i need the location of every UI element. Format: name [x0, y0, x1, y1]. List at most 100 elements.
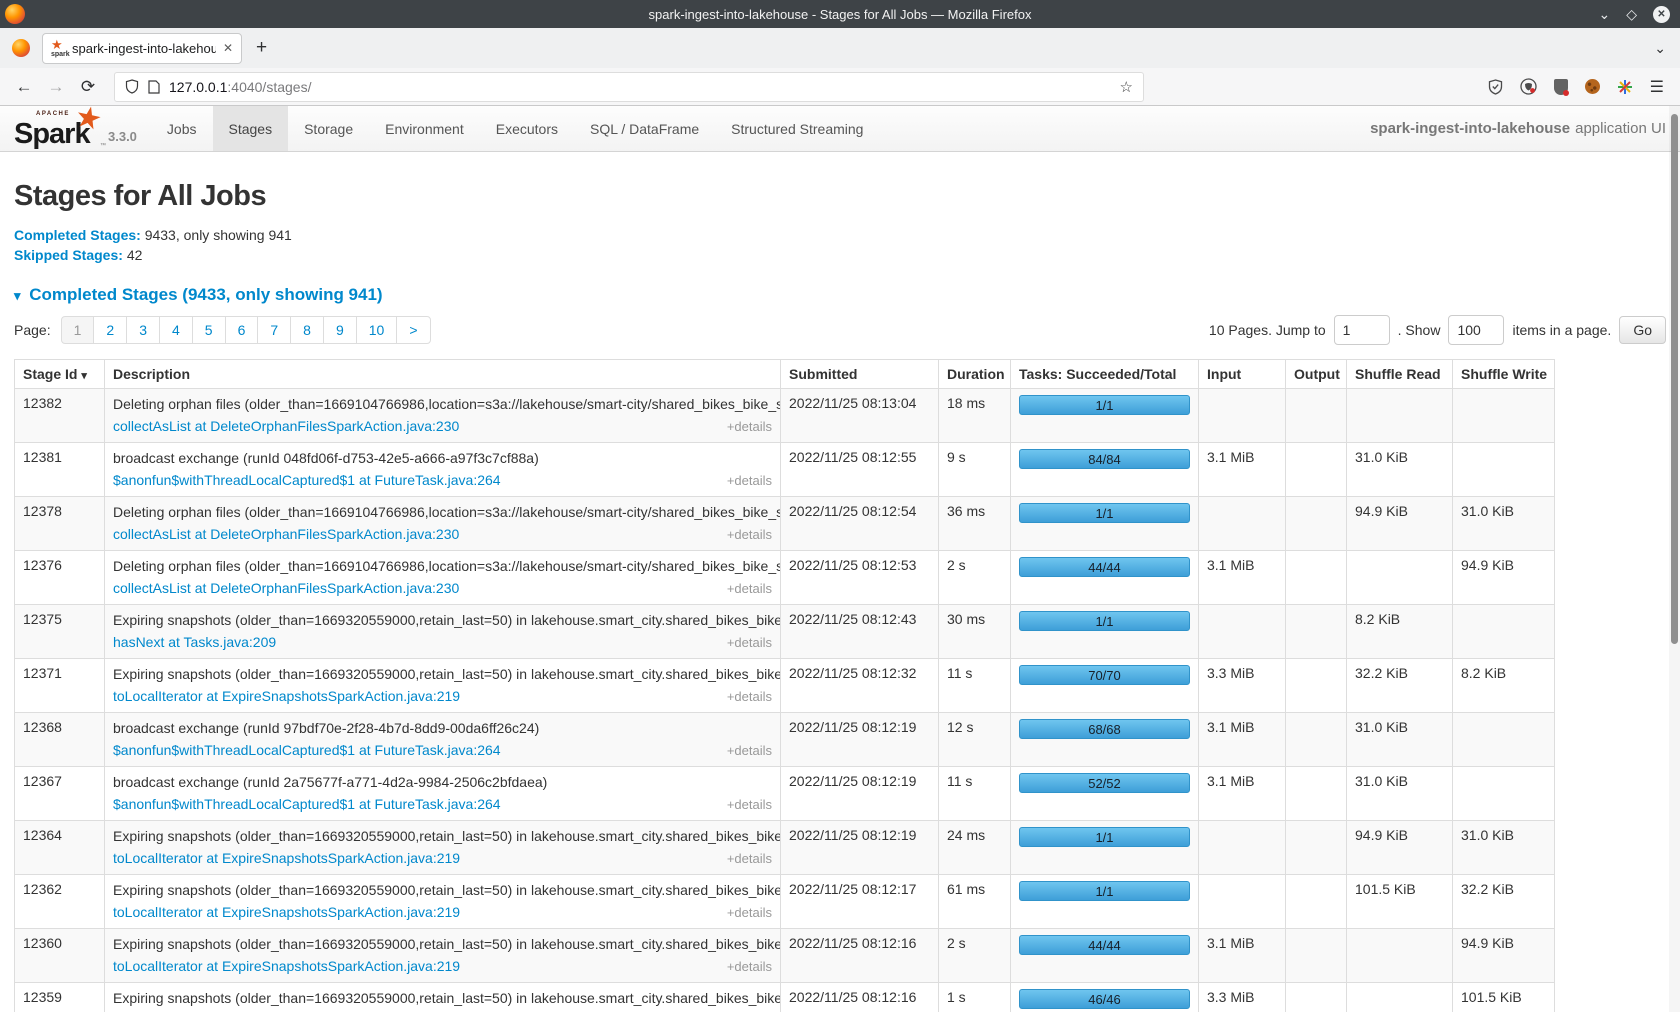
- nav-tab-environment[interactable]: Environment: [369, 106, 480, 151]
- items-per-page-input[interactable]: [1448, 315, 1504, 345]
- stage-detail-link[interactable]: toLocalIterator at ExpireSnapshotsSparkA…: [113, 849, 460, 868]
- sort-desc-icon: ▾: [81, 370, 87, 382]
- extension-asterisk-icon[interactable]: [1617, 79, 1633, 95]
- page-button-5[interactable]: 5: [192, 316, 226, 344]
- column-header-description[interactable]: Description: [105, 360, 781, 389]
- page-button-4[interactable]: 4: [159, 316, 193, 344]
- nav-tab-sql-dataframe[interactable]: SQL / DataFrame: [574, 106, 715, 151]
- reload-button[interactable]: ⟳: [74, 77, 102, 97]
- stage-id-cell: 12368: [15, 713, 105, 767]
- duration-cell: 11 s: [939, 659, 1011, 713]
- details-toggle[interactable]: +details: [727, 849, 772, 868]
- stage-detail-link[interactable]: collectAsList at DeleteOrphanFilesSparkA…: [113, 525, 459, 544]
- new-tab-button[interactable]: +: [256, 37, 267, 59]
- page-button-2[interactable]: 2: [93, 316, 127, 344]
- window-minimize-button[interactable]: ⌄: [1598, 7, 1610, 21]
- stage-description: Expiring snapshots (older_than=166932055…: [113, 881, 772, 900]
- details-toggle[interactable]: +details: [727, 525, 772, 544]
- page-button-7[interactable]: 7: [257, 316, 291, 344]
- stage-row: 12367broadcast exchange (runId 2a75677f-…: [15, 767, 1555, 821]
- details-toggle[interactable]: +details: [727, 687, 772, 706]
- url-bar[interactable]: 127.0.0.1:4040/stages/ ☆: [114, 72, 1144, 102]
- column-header-shuffle-read[interactable]: Shuffle Read: [1347, 360, 1453, 389]
- page-button-8[interactable]: 8: [290, 316, 324, 344]
- cookie-icon[interactable]: [1585, 79, 1600, 94]
- url-text[interactable]: 127.0.0.1:4040/stages/: [169, 79, 1111, 95]
- table-header-row: Stage Id ▾DescriptionSubmittedDurationTa…: [15, 360, 1555, 389]
- shield-check-icon[interactable]: [1488, 79, 1503, 95]
- page-button-9[interactable]: 9: [323, 316, 357, 344]
- scrollbar-thumb[interactable]: [1671, 114, 1678, 644]
- window-close-button[interactable]: ✕: [1653, 6, 1670, 23]
- spark-version: 3.3.0: [108, 129, 137, 151]
- page-button-10[interactable]: 10: [356, 316, 398, 344]
- ublock-icon[interactable]: [1554, 79, 1568, 95]
- page-button-3[interactable]: 3: [126, 316, 160, 344]
- stage-row: 12368broadcast exchange (runId 97bdf70e-…: [15, 713, 1555, 767]
- stage-detail-link[interactable]: collectAsList at DeleteOrphanFilesSparkA…: [113, 417, 459, 436]
- shuffle-read-cell: 94.9 KiB: [1347, 821, 1453, 875]
- nav-tab-executors[interactable]: Executors: [480, 106, 574, 151]
- description-cell: Deleting orphan files (older_than=166910…: [105, 389, 781, 443]
- page-button-6[interactable]: 6: [225, 316, 259, 344]
- stage-detail-link[interactable]: hasNext at Tasks.java:209: [113, 633, 276, 652]
- details-toggle[interactable]: +details: [727, 417, 772, 436]
- account-containers-icon[interactable]: [1520, 78, 1537, 95]
- nav-tab-storage[interactable]: Storage: [288, 106, 369, 151]
- column-header-stage-id[interactable]: Stage Id ▾: [15, 360, 105, 389]
- tracking-shield-icon[interactable]: [125, 79, 139, 94]
- menu-icon[interactable]: ☰: [1650, 77, 1664, 97]
- details-toggle[interactable]: +details: [727, 579, 772, 598]
- stage-detail-link[interactable]: toLocalIterator at ExpireSnapshotsSparkA…: [113, 903, 460, 922]
- column-header-output[interactable]: Output: [1286, 360, 1347, 389]
- forward-button[interactable]: →: [42, 77, 70, 97]
- bookmark-star-icon[interactable]: ☆: [1120, 78, 1133, 96]
- column-header-input[interactable]: Input: [1199, 360, 1286, 389]
- stage-detail-link[interactable]: $anonfun$withThreadLocalCaptured$1 at Fu…: [113, 741, 501, 760]
- details-toggle[interactable]: +details: [727, 957, 772, 976]
- output-cell: [1286, 389, 1347, 443]
- back-button[interactable]: ←: [10, 77, 38, 97]
- firefox-window: spark-ingest-into-lakehouse - Stages for…: [0, 0, 1680, 1012]
- shuffle-read-cell: 31.0 KiB: [1347, 713, 1453, 767]
- stage-detail-link[interactable]: collectAsList at DeleteOrphanFilesSparkA…: [113, 579, 459, 598]
- browser-tab-active[interactable]: ★ spark spark-ingest-into-lakehous ✕: [42, 33, 242, 64]
- stage-detail-link[interactable]: toLocalIterator at ExpireSnapshotsSparkA…: [113, 957, 460, 976]
- column-header-shuffle-write[interactable]: Shuffle Write: [1453, 360, 1555, 389]
- stage-row: 12375Expiring snapshots (older_than=1669…: [15, 605, 1555, 659]
- window-maximize-button[interactable]: ◇: [1626, 7, 1637, 21]
- details-toggle[interactable]: +details: [727, 741, 772, 760]
- nav-tab-jobs[interactable]: Jobs: [151, 106, 213, 151]
- description-cell: Expiring snapshots (older_than=166932055…: [105, 929, 781, 983]
- go-button[interactable]: Go: [1619, 316, 1666, 344]
- tab-close-icon[interactable]: ✕: [223, 41, 233, 55]
- nav-tab-stages[interactable]: Stages: [213, 106, 289, 151]
- column-header-tasks-succeeded-total[interactable]: Tasks: Succeeded/Total: [1011, 360, 1199, 389]
- list-all-tabs-icon[interactable]: ⌄: [1654, 40, 1666, 57]
- jump-to-page-input[interactable]: [1334, 315, 1390, 345]
- stage-detail-link[interactable]: toLocalIterator at ExpireSnapshotsSparkA…: [113, 687, 460, 706]
- stage-detail-link[interactable]: $anonfun$withThreadLocalCaptured$1 at Fu…: [113, 471, 501, 490]
- details-toggle[interactable]: +details: [727, 903, 772, 922]
- duration-cell: 11 s: [939, 767, 1011, 821]
- stage-description: Deleting orphan files (older_than=166910…: [113, 503, 772, 522]
- page-button-1[interactable]: 1: [61, 316, 95, 344]
- nav-tab-structured-streaming[interactable]: Structured Streaming: [715, 106, 879, 151]
- completed-stages-section-toggle[interactable]: ▾ Completed Stages (9433, only showing 9…: [14, 285, 1666, 305]
- details-toggle[interactable]: +details: [727, 795, 772, 814]
- column-header-duration[interactable]: Duration: [939, 360, 1011, 389]
- shuffle-read-cell: 94.9 KiB: [1347, 497, 1453, 551]
- column-header-submitted[interactable]: Submitted: [781, 360, 939, 389]
- stage-detail-link[interactable]: $anonfun$withThreadLocalCaptured$1 at Fu…: [113, 795, 501, 814]
- stage-description: broadcast exchange (runId 048fd06f-d753-…: [113, 449, 772, 468]
- tasks-progress-bar: 44/44: [1019, 935, 1190, 955]
- stage-row: 12378Deleting orphan files (older_than=1…: [15, 497, 1555, 551]
- details-toggle[interactable]: +details: [727, 471, 772, 490]
- page-info-icon[interactable]: [148, 80, 160, 94]
- stage-description-line2: toLocalIterator at ExpireSnapshotsSparkA…: [113, 687, 772, 706]
- next-page-button[interactable]: >: [396, 316, 430, 344]
- page-scrollbar[interactable]: [1669, 106, 1680, 1012]
- browser-tab-strip: ★ spark spark-ingest-into-lakehous ✕ + ⌄: [0, 28, 1680, 68]
- details-toggle[interactable]: +details: [727, 633, 772, 652]
- output-cell: [1286, 929, 1347, 983]
